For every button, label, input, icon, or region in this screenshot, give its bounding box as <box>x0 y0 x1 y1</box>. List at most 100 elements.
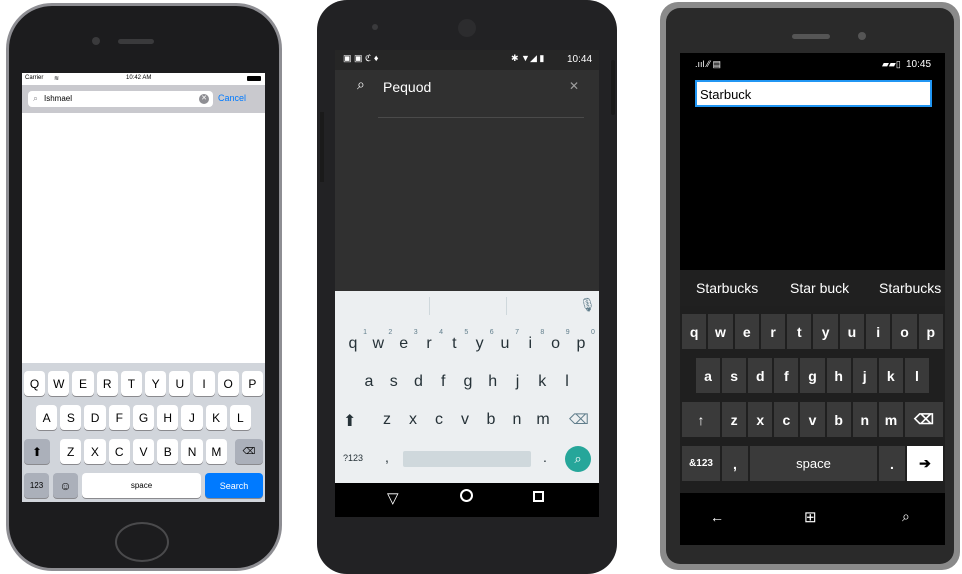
key-w[interactable]: w2 <box>366 329 393 353</box>
key-s[interactable]: s <box>722 358 747 393</box>
backspace-key[interactable]: ⌫ <box>235 439 263 464</box>
shift-key[interactable]: ↑ <box>682 402 720 437</box>
key-f[interactable]: f <box>431 373 455 391</box>
key-w[interactable]: w <box>708 314 733 349</box>
key-i[interactable]: I <box>193 371 215 396</box>
key-k[interactable]: k <box>878 358 903 393</box>
key-n[interactable]: n <box>852 402 877 437</box>
key-a[interactable]: A <box>36 405 58 430</box>
key-p[interactable]: P <box>241 371 264 396</box>
key-e[interactable]: e3 <box>392 329 417 353</box>
key-h[interactable]: H <box>157 405 179 430</box>
key-h[interactable]: h <box>481 373 505 391</box>
backspace-key[interactable]: ⌫ <box>905 402 943 437</box>
space-key[interactable]: space <box>750 446 877 481</box>
key-b[interactable]: b <box>479 411 503 429</box>
key-x[interactable]: x <box>401 411 425 429</box>
key-i[interactable]: i8 <box>518 329 545 353</box>
key-y[interactable]: y <box>813 314 838 349</box>
key-s[interactable]: S <box>60 405 82 430</box>
enter-key[interactable]: ➔ <box>907 446 943 481</box>
key-r[interactable]: r <box>760 314 786 349</box>
key-n[interactable]: n <box>505 411 529 429</box>
key-j[interactable]: j <box>852 358 877 393</box>
key-e[interactable]: e <box>734 314 759 349</box>
key-a[interactable]: a <box>696 358 721 393</box>
search-key[interactable]: Search <box>205 473 263 498</box>
key-t[interactable]: t5 <box>442 329 468 353</box>
key-k[interactable]: k <box>530 373 554 391</box>
key-m[interactable]: m <box>878 402 903 437</box>
clear-icon[interactable]: ✕ <box>569 79 579 93</box>
numbers-key[interactable]: 123 <box>24 473 49 498</box>
back-icon[interactable]: ▽ <box>387 489 399 507</box>
symbols-key[interactable]: &123 <box>682 446 720 481</box>
key-l[interactable]: l <box>904 358 929 393</box>
key-k[interactable]: K <box>205 405 227 430</box>
space-key[interactable] <box>403 451 531 467</box>
key-o[interactable]: O <box>217 371 239 396</box>
search-input[interactable]: Pequod <box>383 79 431 95</box>
key-q[interactable]: q <box>682 314 707 349</box>
key-n[interactable]: N <box>181 439 203 464</box>
key-u[interactable]: U <box>169 371 191 396</box>
key-p[interactable]: p0 <box>569 329 595 353</box>
key-t[interactable]: T <box>120 371 143 396</box>
key-v[interactable]: v <box>453 411 477 429</box>
key-x[interactable]: x <box>748 402 773 437</box>
key-f[interactable]: f <box>774 358 799 393</box>
key-c[interactable]: c <box>427 411 451 429</box>
suggestion-item[interactable]: Star buck <box>790 280 849 296</box>
back-icon[interactable]: ← <box>710 509 724 525</box>
search-key-icon[interactable]: ⌕ <box>565 446 591 472</box>
comma-key[interactable]: , <box>385 449 389 465</box>
key-u[interactable]: u <box>839 314 865 349</box>
symbols-key[interactable]: ?123 <box>343 453 363 463</box>
suggestion-item[interactable]: Starbucks <box>696 280 758 296</box>
key-r[interactable]: r4 <box>417 329 443 353</box>
suggestion-item[interactable]: Starbucks <box>879 280 941 296</box>
space-key[interactable]: space <box>82 473 201 498</box>
key-g[interactable]: g <box>800 358 825 393</box>
key-q[interactable]: q1 <box>341 329 367 353</box>
key-i[interactable]: i <box>866 314 891 349</box>
key-b[interactable]: b <box>826 402 851 437</box>
recents-icon[interactable] <box>533 491 544 502</box>
iphone-home-button[interactable] <box>115 522 169 562</box>
key-l[interactable]: L <box>229 405 251 430</box>
key-r[interactable]: R <box>96 371 118 396</box>
microphone-icon[interactable]: 🎙 <box>579 297 596 313</box>
key-z[interactable]: z <box>722 402 747 437</box>
key-g[interactable]: g <box>456 373 480 391</box>
cancel-button[interactable]: Cancel <box>218 93 246 103</box>
key-f[interactable]: F <box>108 405 130 430</box>
key-b[interactable]: B <box>157 439 179 464</box>
key-d[interactable]: D <box>84 405 106 430</box>
shift-key[interactable]: ⬆ <box>343 411 356 431</box>
key-w[interactable]: W <box>48 371 70 396</box>
key-l[interactable]: l <box>555 373 579 391</box>
key-v[interactable]: V <box>132 439 155 464</box>
comma-key[interactable]: , <box>722 446 748 481</box>
key-u[interactable]: u7 <box>493 329 519 353</box>
key-e[interactable]: E <box>72 371 94 396</box>
key-y[interactable]: Y <box>145 371 167 396</box>
key-a[interactable]: a <box>357 373 381 391</box>
key-x[interactable]: X <box>84 439 106 464</box>
period-key[interactable]: . <box>543 449 547 465</box>
key-o[interactable]: o <box>892 314 917 349</box>
key-y[interactable]: y6 <box>468 329 494 353</box>
key-o[interactable]: o9 <box>544 329 569 353</box>
search-icon[interactable]: ⌕ <box>902 508 910 525</box>
windows-logo-icon[interactable]: ⊞ <box>804 508 817 526</box>
key-j[interactable]: j <box>506 373 530 391</box>
key-h[interactable]: h <box>826 358 851 393</box>
key-t[interactable]: t <box>787 314 812 349</box>
period-key[interactable]: . <box>879 446 905 481</box>
clear-icon[interactable]: ✕ <box>199 94 209 104</box>
emoji-key[interactable]: ☺ <box>53 473 78 498</box>
key-d[interactable]: d <box>407 373 431 391</box>
key-d[interactable]: d <box>748 358 773 393</box>
search-input[interactable]: ⌕ Ishmael ✕ <box>28 91 213 107</box>
key-c[interactable]: C <box>108 439 130 464</box>
